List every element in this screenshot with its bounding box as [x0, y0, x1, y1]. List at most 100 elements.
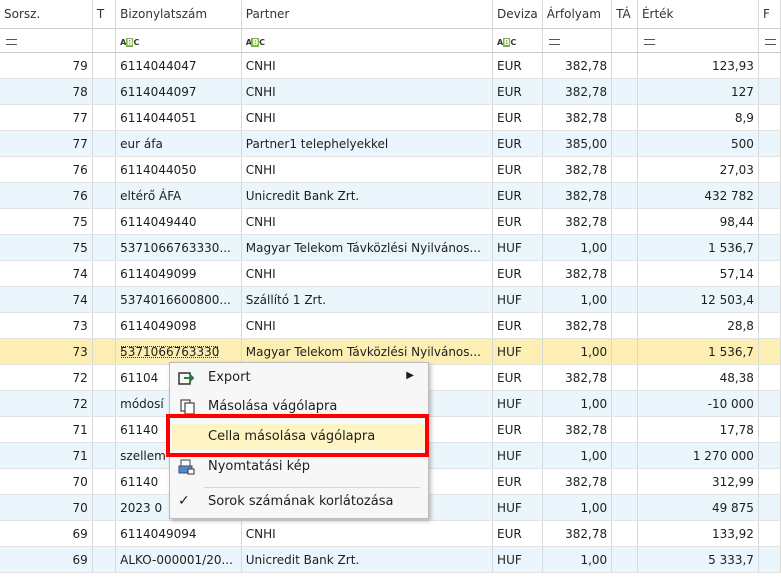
cell-ta[interactable]	[611, 182, 638, 209]
cell-partner[interactable]: CNHI	[241, 208, 494, 235]
cell-ertek[interactable]: 98,44	[637, 208, 759, 235]
cell-deviza[interactable]: EUR	[492, 182, 543, 209]
cell-ta[interactable]	[611, 390, 638, 417]
cell-sorsz[interactable]: 76	[0, 182, 93, 209]
cell-arfolyam[interactable]: 382,78	[542, 156, 613, 183]
cell-f[interactable]	[758, 52, 781, 79]
table-row[interactable]: 78 6114044097 CNHI EUR 382,78 127	[0, 78, 781, 105]
table-row[interactable]: 74 5374016600800... Szállító 1 Zrt. HUF 1,00…	[0, 286, 781, 313]
cell-ertek[interactable]: -10 000	[637, 390, 759, 417]
cell-ta[interactable]	[611, 546, 638, 573]
cell-ertek[interactable]: 432 782	[637, 182, 759, 209]
cell-ta[interactable]	[611, 208, 638, 235]
cell-arfolyam[interactable]: 1,00	[542, 234, 613, 261]
cell-arfolyam[interactable]: 382,78	[542, 52, 613, 79]
cell-arfolyam[interactable]: 382,78	[542, 312, 613, 339]
cell-sorsz[interactable]: 76	[0, 156, 93, 183]
column-header-f[interactable]: F	[758, 0, 781, 29]
table-row[interactable]: 77 6114044051 CNHI EUR 382,78 8,9	[0, 104, 781, 131]
cell-ertek[interactable]: 17,78	[637, 416, 759, 443]
cell-t[interactable]	[92, 390, 117, 417]
column-header-ta[interactable]: TÁ	[611, 0, 638, 29]
cell-f[interactable]	[758, 104, 781, 131]
cell-bizonylatszam[interactable]: eur áfa	[115, 130, 242, 157]
cell-bizonylatszam[interactable]: eltérő ÁFA	[115, 182, 242, 209]
cell-f[interactable]	[758, 416, 781, 443]
cell-t[interactable]	[92, 130, 117, 157]
cell-arfolyam[interactable]: 1,00	[542, 338, 613, 365]
cell-t[interactable]	[92, 260, 117, 287]
table-row[interactable]: 73 6114049098 CNHI EUR 382,78 28,8	[0, 312, 781, 339]
cell-t[interactable]	[92, 364, 117, 391]
cell-f[interactable]	[758, 338, 781, 365]
column-header-partner[interactable]: Partner	[241, 0, 494, 29]
filter-cell-bizonylatszam[interactable]: ABC	[115, 28, 242, 53]
column-header-bizonylatszam[interactable]: Bizonylatszám	[115, 0, 242, 29]
cell-ertek[interactable]: 5 333,7	[637, 546, 759, 573]
cell-t[interactable]	[92, 442, 117, 469]
cell-t[interactable]	[92, 78, 117, 105]
table-row[interactable]: 74 6114049099 CNHI EUR 382,78 57,14	[0, 260, 781, 287]
cell-f[interactable]	[758, 286, 781, 313]
cell-ertek[interactable]: 28,8	[637, 312, 759, 339]
cell-arfolyam[interactable]: 1,00	[542, 286, 613, 313]
table-row[interactable]: 75 5371066763330... Magyar Telekom Távközl…	[0, 234, 781, 261]
cell-arfolyam[interactable]: 382,78	[542, 104, 613, 131]
cell-sorsz[interactable]: 69	[0, 520, 93, 547]
cell-partner[interactable]: Unicredit Bank Zrt.	[241, 546, 494, 573]
filter-cell-ertek[interactable]	[637, 28, 759, 53]
cell-ertek[interactable]: 1 536,7	[637, 338, 759, 365]
table-row[interactable]: 77 eur áfa Partner1 telephelyekkel EUR 385,0…	[0, 130, 781, 157]
cell-partner[interactable]: Magyar Telekom Távközlési Nyilvános...	[241, 338, 494, 365]
cell-ertek[interactable]: 57,14	[637, 260, 759, 287]
cell-t[interactable]	[92, 494, 117, 521]
cell-ta[interactable]	[611, 234, 638, 261]
cell-f[interactable]	[758, 182, 781, 209]
cell-t[interactable]	[92, 286, 117, 313]
cell-deviza[interactable]: EUR	[492, 78, 543, 105]
filter-cell-f[interactable]	[758, 28, 781, 53]
cell-t[interactable]	[92, 104, 117, 131]
cell-deviza[interactable]: EUR	[492, 52, 543, 79]
cell-deviza[interactable]: EUR	[492, 468, 543, 495]
column-header-deviza[interactable]: Deviza	[492, 0, 543, 29]
table-row[interactable]: 75 6114049440 CNHI EUR 382,78 98,44	[0, 208, 781, 235]
table-row[interactable]: 76 6114044050 CNHI EUR 382,78 27,03	[0, 156, 781, 183]
table-row[interactable]: 79 6114044047 CNHI EUR 382,78 123,93	[0, 52, 781, 79]
cell-t[interactable]	[92, 234, 117, 261]
cell-deviza[interactable]: HUF	[492, 546, 543, 573]
cell-sorsz[interactable]: 78	[0, 78, 93, 105]
cell-deviza[interactable]: HUF	[492, 286, 543, 313]
cell-deviza[interactable]: EUR	[492, 156, 543, 183]
cell-bizonylatszam[interactable]: 6114044047	[115, 52, 242, 79]
cell-f[interactable]	[758, 468, 781, 495]
cell-deviza[interactable]: EUR	[492, 364, 543, 391]
column-header-ertek[interactable]: Érték	[637, 0, 759, 29]
cell-sorsz[interactable]: 70	[0, 468, 93, 495]
cell-ertek[interactable]: 27,03	[637, 156, 759, 183]
cell-partner[interactable]: CNHI	[241, 260, 494, 287]
cell-t[interactable]	[92, 208, 117, 235]
cell-partner[interactable]: CNHI	[241, 520, 494, 547]
cell-ertek[interactable]: 500	[637, 130, 759, 157]
cell-ta[interactable]	[611, 78, 638, 105]
cell-ta[interactable]	[611, 520, 638, 547]
table-row[interactable]: 73 5371066763330 Magyar Telekom Távközlési…	[0, 338, 781, 365]
cell-arfolyam[interactable]: 382,78	[542, 364, 613, 391]
cell-arfolyam[interactable]: 1,00	[542, 442, 613, 469]
cell-arfolyam[interactable]: 382,78	[542, 78, 613, 105]
cell-sorsz[interactable]: 71	[0, 442, 93, 469]
cell-f[interactable]	[758, 364, 781, 391]
cell-bizonylatszam[interactable]: 6114044097	[115, 78, 242, 105]
cell-deviza[interactable]: HUF	[492, 442, 543, 469]
cell-t[interactable]	[92, 52, 117, 79]
menu-item-export[interactable]: Export ▶	[172, 365, 426, 391]
cell-sorsz[interactable]: 72	[0, 390, 93, 417]
cell-bizonylatszam[interactable]: 5374016600800...	[115, 286, 242, 313]
cell-ta[interactable]	[611, 416, 638, 443]
cell-deviza[interactable]: EUR	[492, 416, 543, 443]
cell-ta[interactable]	[611, 468, 638, 495]
column-header-sorsz[interactable]: Sorsz.	[0, 0, 93, 29]
cell-ta[interactable]	[611, 130, 638, 157]
column-header-arfolyam[interactable]: Árfolyam	[542, 0, 613, 29]
